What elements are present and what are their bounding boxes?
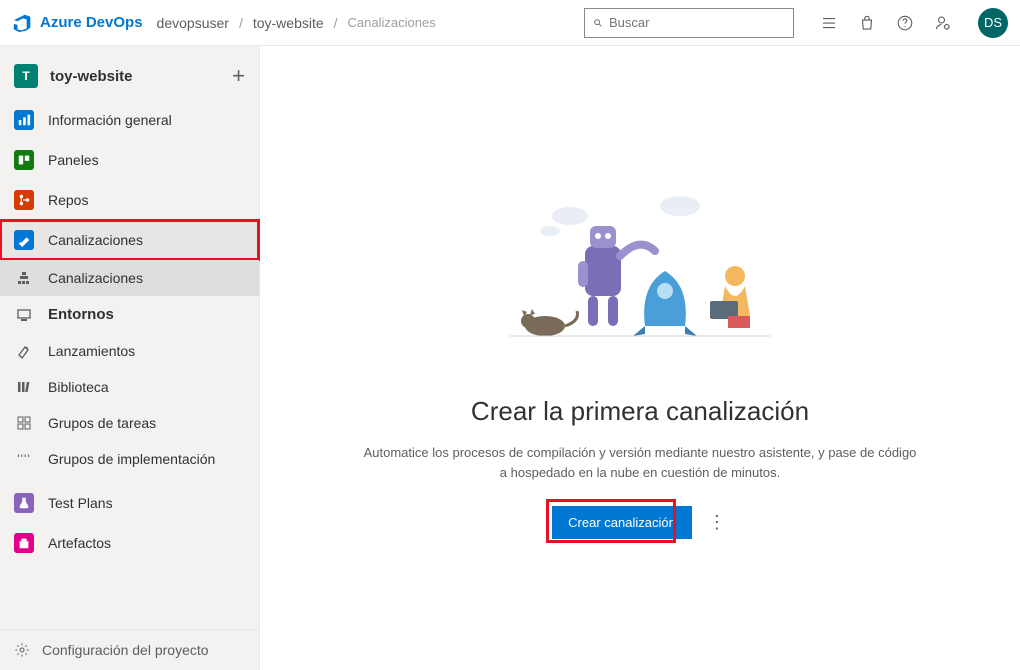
brand-logo[interactable]: Azure DevOps [12, 12, 143, 34]
shop-icon[interactable] [858, 14, 876, 32]
add-button[interactable]: + [232, 63, 245, 89]
sidebar-sub-taskgroups[interactable]: Grupos de tareas [0, 405, 259, 441]
overview-icon [14, 110, 34, 130]
pipelines-sub-icon [14, 270, 34, 286]
sidebar-sub-deploygroups[interactable]: '''' Grupos de implementación [0, 441, 259, 477]
sidebar-item-boards[interactable]: Paneles [0, 140, 259, 180]
pipelines-icon [14, 230, 34, 250]
sidebar-item-overview[interactable]: Información general [0, 100, 259, 140]
repos-icon [14, 190, 34, 210]
project-name: toy-website [50, 68, 133, 85]
breadcrumb-item[interactable]: devopsuser [157, 15, 229, 31]
tests-icon [14, 493, 34, 513]
breadcrumb-item[interactable]: Canalizaciones [348, 15, 436, 30]
sidebar-sub-pipelines[interactable]: Canalizaciones [0, 260, 259, 296]
deploygroups-icon: '''' [14, 452, 34, 466]
main-content: Crear la primera canalización Automatice… [260, 46, 1020, 670]
sidebar-sub-environments[interactable]: Entornos [0, 296, 259, 333]
sidebar: T toy-website + Información general Pane… [0, 46, 260, 670]
library-icon [14, 379, 34, 395]
brand-text: Azure DevOps [40, 14, 143, 31]
sidebar-item-testplans[interactable]: Test Plans [0, 483, 259, 523]
sidebar-item-artifacts[interactable]: Artefactos [0, 523, 259, 563]
sidebar-item-pipelines[interactable]: Canalizaciones [0, 220, 259, 260]
sidebar-item-label: Repos [48, 192, 88, 208]
cta-row: Crear canalización ⋮ [552, 506, 728, 539]
help-icon[interactable] [896, 14, 914, 32]
empty-state-title: Crear la primera canalización [471, 396, 809, 427]
project-selector[interactable]: T toy-website + [0, 52, 259, 100]
sidebar-item-label: Grupos de tareas [48, 415, 156, 431]
sidebar-item-label: Artefactos [48, 535, 111, 551]
environments-icon [14, 307, 34, 323]
breadcrumb-sep: / [334, 15, 338, 31]
sidebar-item-label: Canalizaciones [48, 270, 143, 286]
taskgroups-icon [14, 415, 34, 431]
azure-devops-icon [12, 12, 34, 34]
sidebar-item-label: Grupos de implementación [48, 451, 215, 467]
user-settings-icon[interactable] [934, 14, 952, 32]
sidebar-item-label: Lanzamientos [48, 343, 135, 359]
breadcrumb: devopsuser / toy-website / Canalizacione… [157, 15, 436, 31]
list-icon[interactable] [820, 14, 838, 32]
search-box[interactable] [584, 8, 794, 38]
avatar[interactable]: DS [978, 8, 1008, 38]
boards-icon [14, 150, 34, 170]
sidebar-item-repos[interactable]: Repos [0, 180, 259, 220]
empty-state-illustration [480, 176, 800, 376]
search-icon [593, 16, 603, 30]
empty-state-description: Automatice los procesos de compilación y… [360, 443, 920, 482]
gear-icon [14, 642, 30, 658]
project-chip: T [14, 64, 38, 88]
sidebar-item-label: Información general [48, 112, 172, 128]
breadcrumb-item[interactable]: toy-website [253, 15, 324, 31]
sidebar-item-label: Canalizaciones [48, 232, 143, 248]
sidebar-sub-releases[interactable]: Lanzamientos [0, 333, 259, 369]
releases-icon [14, 343, 34, 359]
top-icon-group: DS [820, 8, 1008, 38]
breadcrumb-sep: / [239, 15, 243, 31]
sidebar-item-label: Test Plans [48, 495, 113, 511]
more-options-button[interactable]: ⋮ [708, 512, 728, 533]
artifacts-icon [14, 533, 34, 553]
project-settings-link[interactable]: Configuración del proyecto [0, 629, 259, 670]
sidebar-sub-library[interactable]: Biblioteca [0, 369, 259, 405]
create-pipeline-button[interactable]: Crear canalización [552, 506, 692, 539]
sidebar-item-label: Paneles [48, 152, 99, 168]
search-input[interactable] [609, 15, 785, 30]
sidebar-item-label: Biblioteca [48, 379, 109, 395]
sidebar-item-label: Entornos [48, 306, 114, 323]
sidebar-footer-label: Configuración del proyecto [42, 642, 209, 658]
top-bar: Azure DevOps devopsuser / toy-website / … [0, 0, 1020, 46]
